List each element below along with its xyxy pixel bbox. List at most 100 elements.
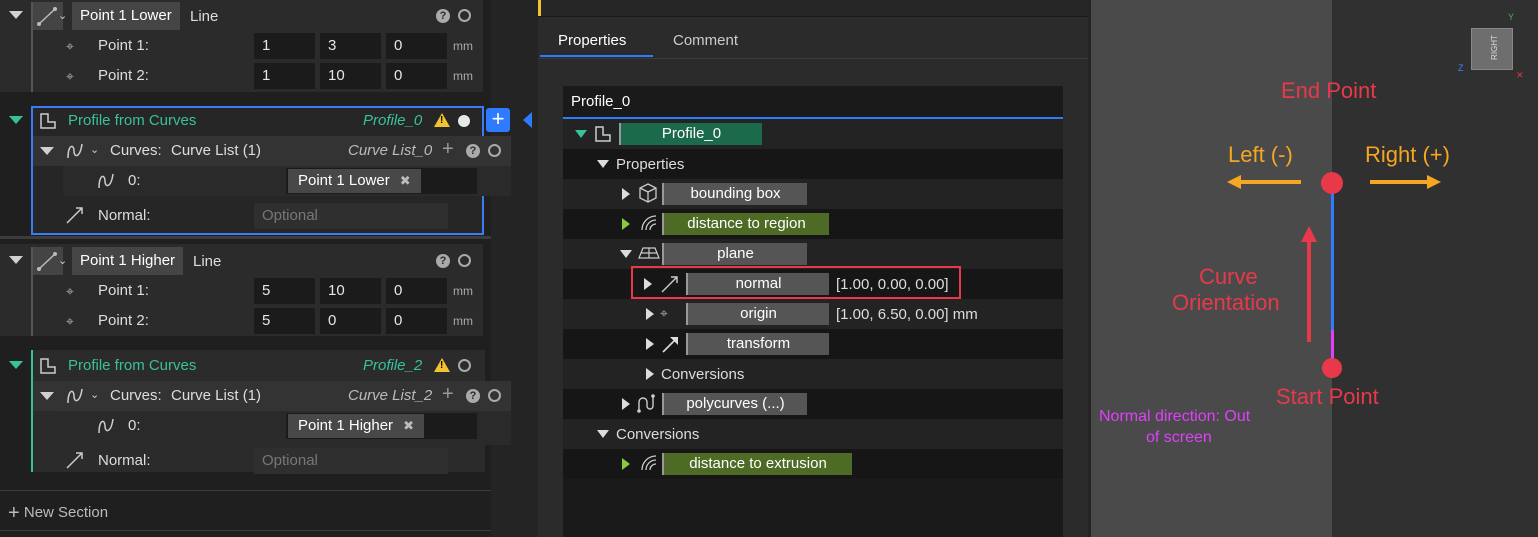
expand-arrow-icon[interactable] <box>646 338 654 350</box>
status-circle-icon <box>458 254 471 267</box>
curves-output-name: Curve List_0 <box>348 142 433 159</box>
expand-arrow-icon[interactable] <box>622 188 630 200</box>
expand-arrow-icon[interactable] <box>646 308 654 320</box>
insert-arrow-icon <box>523 112 532 128</box>
top-strip <box>538 0 1088 17</box>
collapse-chevron-icon[interactable] <box>9 361 23 369</box>
chip-label: Point 1 Lower <box>298 172 390 189</box>
tree-node-profile-0[interactable]: Profile_0 <box>619 123 762 145</box>
top-strip-accent <box>538 0 541 16</box>
normal-arrow-icon <box>64 449 86 475</box>
normal-input[interactable]: Optional <box>254 203 448 229</box>
collapse-chevron-icon[interactable] <box>9 116 23 124</box>
unit-label: mm <box>453 314 473 328</box>
tree-node-polycurves[interactable]: polycurves (...) <box>662 393 807 415</box>
curve-reference-chip[interactable]: Point 1 Lower ✖ <box>288 169 421 193</box>
profile-icon <box>39 357 57 379</box>
add-item-icon[interactable]: + <box>442 138 454 161</box>
tree-node-plane[interactable]: plane <box>662 243 807 265</box>
point-1-x-input[interactable]: 5 <box>254 278 315 304</box>
help-icon[interactable]: ? <box>466 389 480 403</box>
curves-dropdown-icon[interactable]: ⌄ <box>90 388 99 401</box>
collapse-chevron-icon[interactable] <box>9 256 23 264</box>
point-2-y-input[interactable]: 10 <box>320 63 381 89</box>
help-icon[interactable]: ? <box>466 144 480 158</box>
left-arrow-icon <box>1227 175 1301 189</box>
section-title: Profile from Curves <box>68 112 197 129</box>
expand-chevron-icon[interactable] <box>597 160 609 168</box>
tab-properties[interactable]: Properties <box>540 24 653 58</box>
section-name-label[interactable]: Point 1 Higher <box>72 247 184 275</box>
list-item-index: 0: <box>128 417 141 434</box>
section-output-name: Profile_0 <box>363 112 423 129</box>
status-circle-icon <box>458 359 471 372</box>
expand-arrow-icon[interactable] <box>622 398 630 410</box>
tab-label: Comment <box>673 32 739 49</box>
tree-node-transform[interactable]: transform <box>686 333 829 355</box>
remove-chip-icon[interactable]: ✖ <box>403 418 414 433</box>
new-section-label: New Section <box>23 504 109 521</box>
expand-chevron-icon[interactable] <box>597 430 609 438</box>
curve-orientation-label-1: Curve <box>1199 264 1258 289</box>
normal-input[interactable]: Optional <box>254 448 448 474</box>
add-item-icon[interactable]: + <box>442 383 454 406</box>
collapse-chevron-icon[interactable] <box>9 11 23 19</box>
section-name-label[interactable]: Point 1 Lower <box>72 2 180 30</box>
profile-icon <box>39 112 57 134</box>
remove-chip-icon[interactable]: ✖ <box>400 173 411 188</box>
tab-comment[interactable]: Comment <box>655 24 765 58</box>
normal-direction-label-1: Normal direction: Out <box>1099 408 1251 425</box>
curves-row <box>33 381 511 411</box>
help-icon[interactable]: ? <box>436 9 450 23</box>
point-1-z-input[interactable]: 0 <box>386 278 447 304</box>
point-2-x-input[interactable]: 5 <box>254 308 315 334</box>
section-type-label: Line <box>193 253 222 270</box>
point-1-y-input[interactable]: 10 <box>320 278 381 304</box>
point-2-x-input[interactable]: 1 <box>254 63 315 89</box>
tree-row-inner-conversions[interactable] <box>563 359 1063 389</box>
curve-list-icon <box>64 385 88 411</box>
curve-orientation-label-2: Orientation <box>1172 290 1280 315</box>
help-icon[interactable]: ? <box>436 254 450 268</box>
point-icon: ⌖ <box>66 313 74 329</box>
add-section-button[interactable]: + <box>486 108 510 132</box>
expand-arrow-icon[interactable] <box>646 368 654 380</box>
tree-node-distance-to-extrusion[interactable]: distance to extrusion <box>662 453 852 475</box>
tree-node-origin[interactable]: origin <box>686 303 829 325</box>
section-type-label: Line <box>190 8 219 25</box>
tree-node-distance-to-region[interactable]: distance to region <box>662 213 829 235</box>
point-1-x-input[interactable]: 1 <box>254 33 315 59</box>
section-dropdown-icon[interactable]: ⌄ <box>58 9 67 22</box>
point-2-z-input[interactable]: 0 <box>386 63 447 89</box>
expand-chevron-icon[interactable] <box>575 130 587 138</box>
panel-separator <box>0 490 491 491</box>
point-2-y-input[interactable]: 0 <box>320 308 381 334</box>
point-1-y-input[interactable]: 3 <box>320 33 381 59</box>
point-2-label: Point 2: <box>98 67 149 84</box>
normal-label: Normal: <box>98 207 151 224</box>
section-dropdown-icon[interactable]: ⌄ <box>58 254 67 267</box>
section-output-name: Profile_2 <box>363 357 423 374</box>
curve-reference-chip[interactable]: Point 1 Higher ✖ <box>288 414 424 438</box>
curves-value: Curve List (1) <box>171 387 262 404</box>
curves-dropdown-icon[interactable]: ⌄ <box>90 143 99 156</box>
annotation-arrows <box>1227 175 1441 342</box>
warning-icon: ! <box>434 113 450 127</box>
expand-chevron-icon[interactable] <box>620 250 632 258</box>
expand-arrow-icon[interactable] <box>622 458 630 470</box>
curves-label: Curves: <box>110 387 162 404</box>
normal-label: Normal: <box>98 452 151 469</box>
expand-arrow-icon[interactable] <box>622 218 630 230</box>
new-section-button[interactable]: + New Section <box>8 502 108 525</box>
tree-node-bounding-box[interactable]: bounding box <box>662 183 807 205</box>
collapse-chevron-icon[interactable] <box>40 392 54 400</box>
collapse-chevron-icon[interactable] <box>40 147 54 155</box>
distance-field-icon <box>638 452 660 478</box>
point-icon: ⌖ <box>660 305 668 321</box>
curves-output-name: Curve List_2 <box>348 387 433 404</box>
section-divider <box>31 2 33 92</box>
tab-label: Properties <box>558 32 627 49</box>
point-2-z-input[interactable]: 0 <box>386 308 447 334</box>
point-1-z-input[interactable]: 0 <box>386 33 447 59</box>
point-icon: ⌖ <box>66 68 74 84</box>
